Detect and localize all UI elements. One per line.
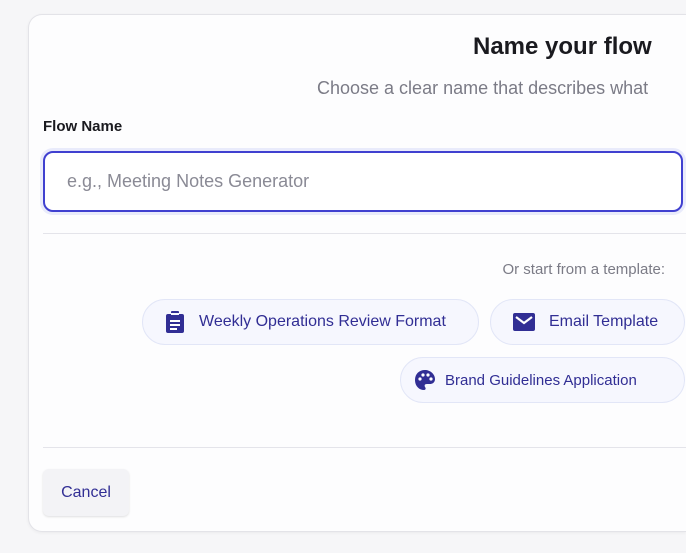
template-chip-brand-guidelines[interactable]: Brand Guidelines Application	[400, 357, 685, 403]
template-chip-label: Email Template	[549, 313, 659, 330]
cancel-button[interactable]: Cancel	[43, 469, 129, 516]
template-prompt: Or start from a template:	[502, 261, 665, 278]
flow-name-label: Flow Name	[43, 118, 123, 135]
dialog-subtitle: Choose a clear name that describes what	[317, 78, 649, 98]
palette-icon	[415, 370, 435, 390]
template-chip-weekly-operations[interactable]: Weekly Operations Review Format	[142, 299, 479, 345]
template-chip-label: Brand Guidelines Application	[445, 371, 637, 389]
footer-divider	[43, 447, 686, 448]
divider	[43, 233, 686, 234]
flow-name-input[interactable]	[43, 151, 683, 212]
template-chip-label: Weekly Operations Review Format	[199, 313, 446, 330]
dialog-title: Name your flow	[473, 33, 652, 60]
template-chip-email[interactable]: Email Template	[490, 299, 685, 345]
envelope-icon	[513, 313, 535, 331]
clipboard-icon	[166, 311, 184, 333]
